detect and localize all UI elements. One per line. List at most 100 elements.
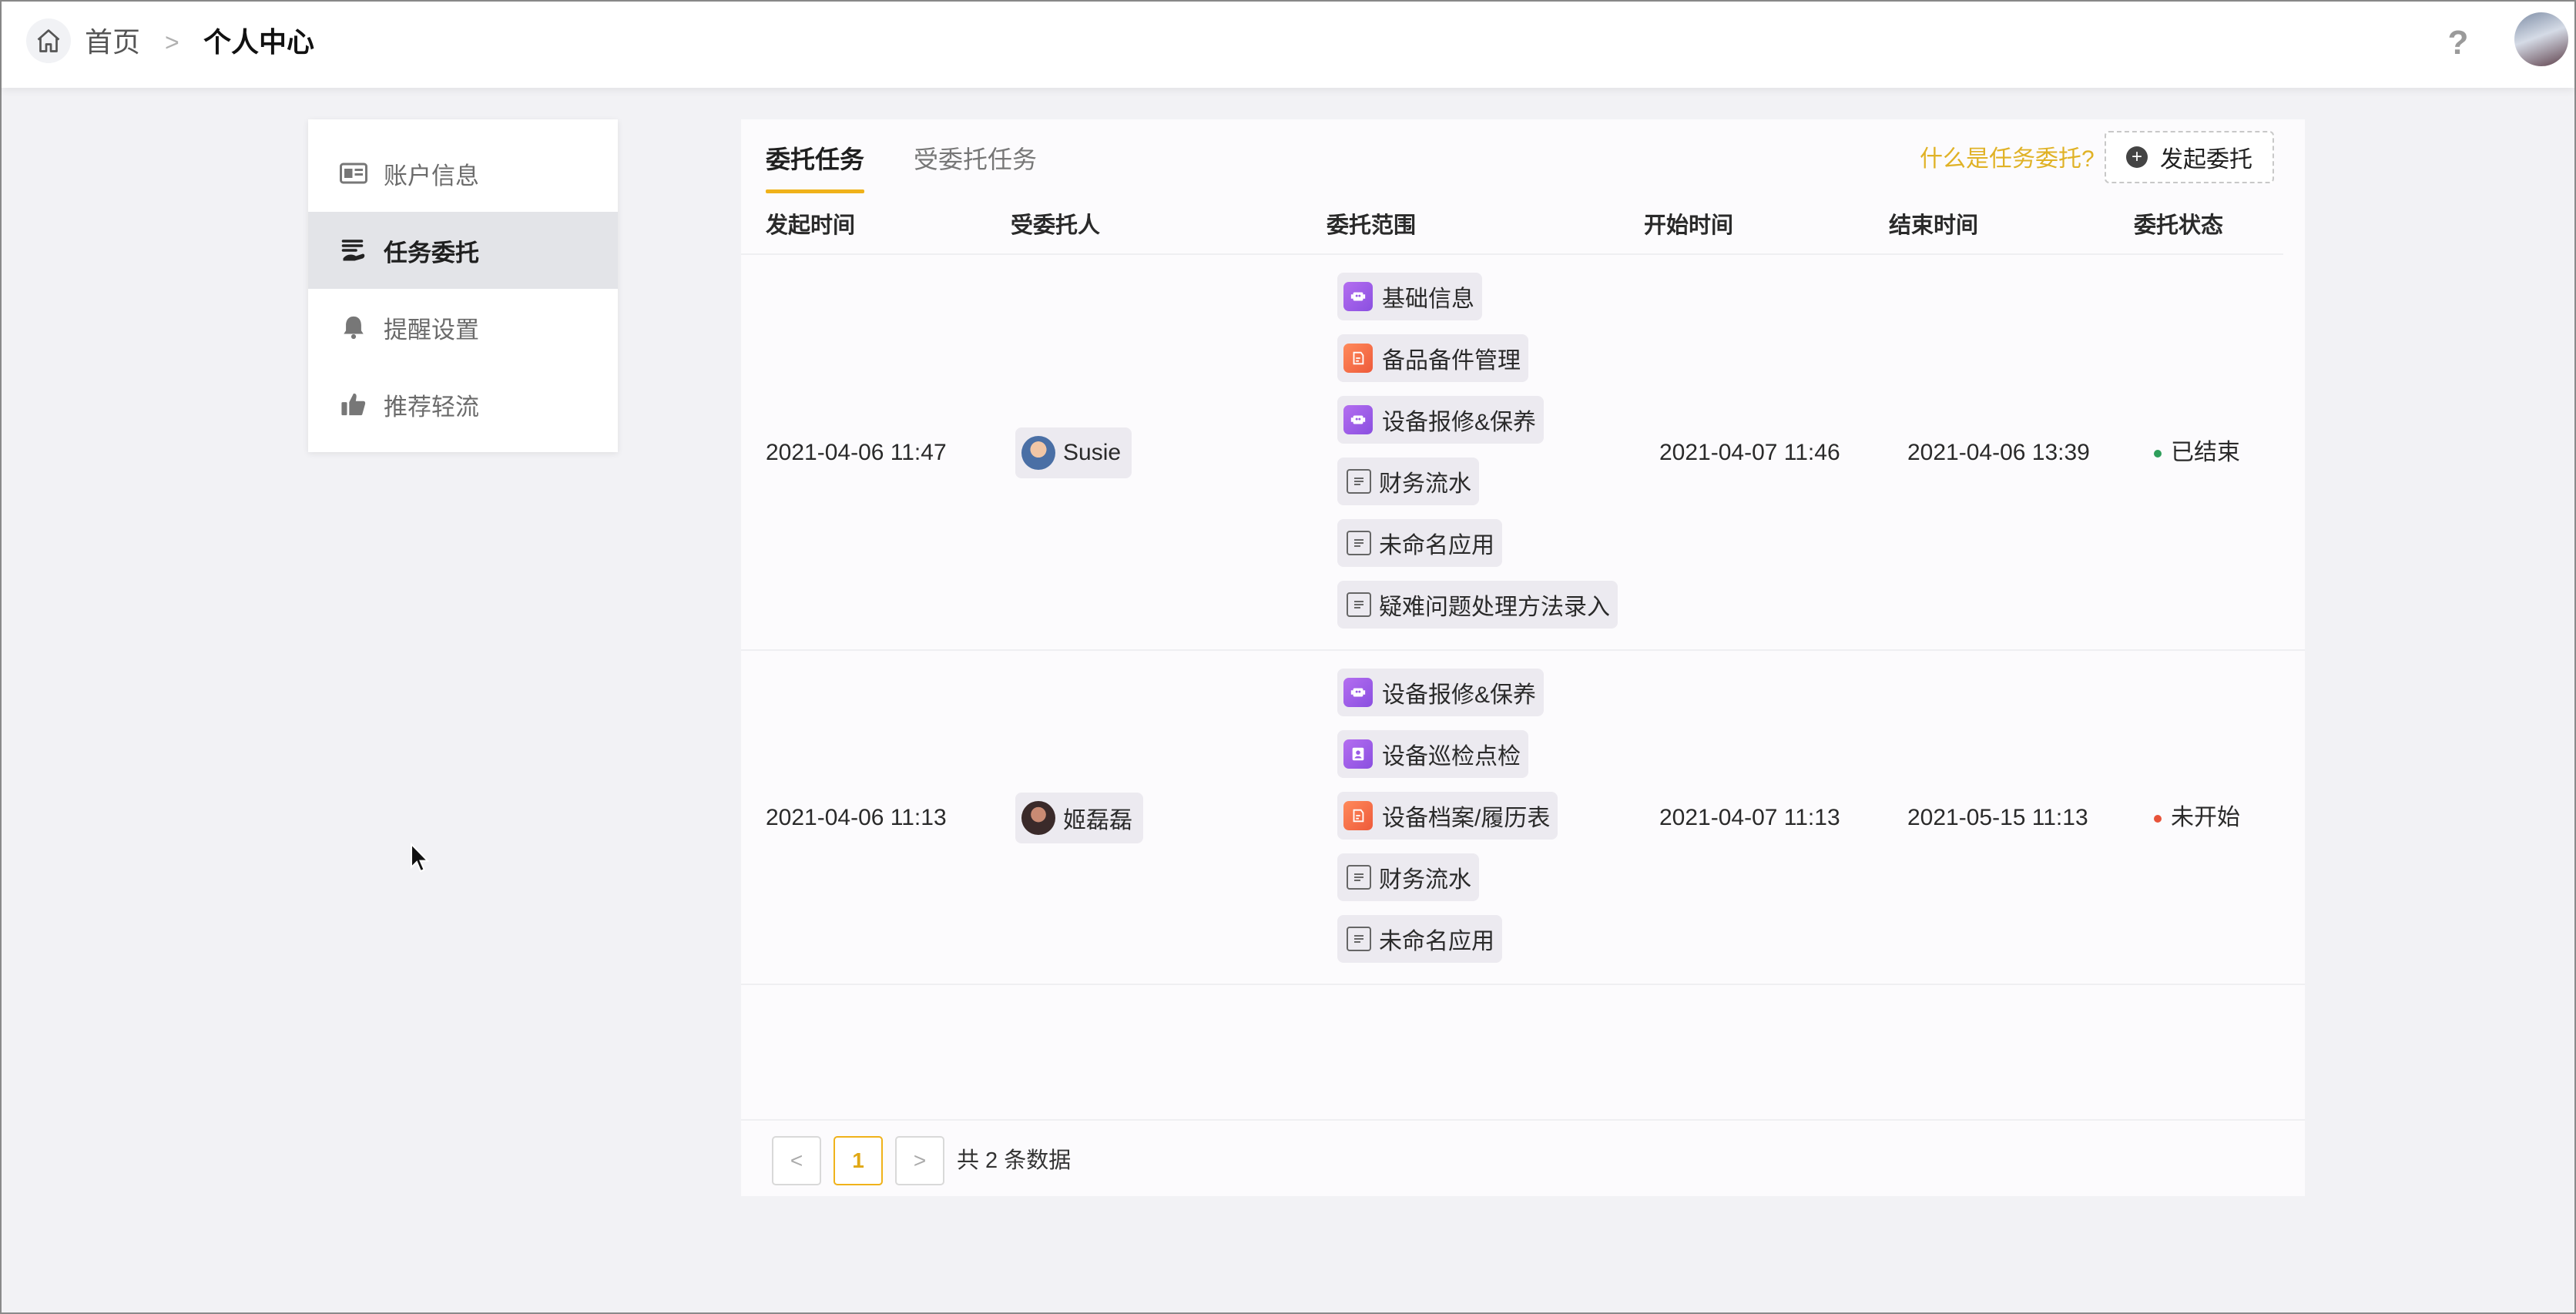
plus-circle-icon: + [2126,146,2148,168]
app-icon-orange [1343,344,1373,373]
scope-tag: 未命名应用 [1337,519,1502,567]
status-dot-icon [2154,450,2162,458]
status-label: 已结束 [2171,440,2240,465]
scope-label: 备品备件管理 [1382,348,1521,374]
app-icon-purple [1343,739,1373,769]
scope-tag: 备品备件管理 [1337,334,1528,382]
column-header-scope: 委托范围 [1327,213,1417,238]
column-header-status: 委托状态 [2134,213,2224,238]
tab-bar: 委托任务 受委托任务 什么是任务委托? + 发起委托 [741,119,2305,196]
what-is-delegation-link[interactable]: 什么是任务委托? [1920,142,2095,176]
table-row[interactable]: 2021-04-06 11:13 姬磊磊 设备报修&保养 设备巡检点检 设备档案… [741,651,2305,985]
created-time: 2021-04-06 11:47 [766,440,947,465]
scope-tag: 疑难问题处理方法录入 [1337,581,1618,629]
column-header-delegate: 受委托人 [1011,213,1101,238]
column-header-end: 结束时间 [1889,213,1979,238]
breadcrumb-home[interactable]: 首页 [85,25,140,60]
mouse-cursor-icon [411,843,430,873]
hand-delegate-icon [339,236,368,265]
app-icon-orange [1343,801,1373,830]
form-doc-icon [1347,531,1371,555]
scope-tag: 设备报修&保养 [1337,669,1545,716]
button-label: 发起委托 [2160,147,2252,173]
thumbs-up-icon [339,390,368,419]
total-count: 共 2 条数据 [957,1148,1072,1173]
table-header: 发起时间 受委托人 委托范围 开始时间 结束时间 委托状态 [741,196,2283,255]
status-badge: 已结束 [2154,437,2240,468]
scope-list: 基础信息 备品备件管理 设备报修&保养 财务流水 未命名应用 疑难问题处理方法录… [1337,273,1618,642]
help-icon[interactable]: ? [2440,23,2476,63]
scope-label: 财务流水 [1379,471,1471,497]
breadcrumb-current: 个人中心 [203,26,315,58]
scope-label: 设备报修&保养 [1382,410,1537,435]
scope-tag: 财务流水 [1337,853,1479,901]
scope-tag: 财务流水 [1337,458,1479,505]
home-button[interactable] [26,18,71,63]
scope-label: 财务流水 [1379,867,1471,893]
form-doc-icon [1347,592,1371,617]
tab-label: 受委托任务 [914,146,1038,173]
avatar [1021,436,1055,470]
start-time: 2021-04-07 11:46 [1659,440,1840,465]
status-dot-icon [2154,815,2162,823]
scope-label: 疑难问题处理方法录入 [1379,595,1610,620]
bell-icon [339,313,368,342]
top-bar: 首页 > 个人中心 ? [2,2,2574,88]
id-card-icon [339,159,368,188]
delegate-chip: Susie [1015,427,1132,478]
scope-label: 设备巡检点检 [1382,744,1521,769]
table-row[interactable]: 2021-04-06 11:47 Susie 基础信息 备品备件管理 设备报修&… [741,255,2305,651]
scope-list: 设备报修&保养 设备巡检点检 设备档案/履历表 财务流水 未命名应用 [1337,669,1558,977]
scope-tag: 设备档案/履历表 [1337,792,1558,840]
form-doc-icon [1347,927,1371,951]
start-delegation-button[interactable]: + 发起委托 [2105,131,2274,183]
breadcrumb-separator-icon: > [165,28,179,56]
scope-tag: 设备报修&保养 [1337,396,1545,444]
form-doc-icon [1347,469,1371,494]
sidebar-item-label: 账户信息 [384,162,479,189]
status-label: 未开始 [2171,805,2240,830]
app-icon-purple [1343,282,1373,311]
sidebar-item-label: 任务委托 [384,239,479,266]
sidebar-menu: 账户信息 任务委托 提醒设置 推荐轻流 [308,119,618,452]
page-button-current[interactable]: 1 [834,1136,883,1185]
app-icon-purple [1343,678,1373,707]
tab-received-tasks[interactable]: 受委托任务 [914,142,1037,176]
delegate-chip: 姬磊磊 [1015,793,1143,843]
start-time: 2021-04-07 11:13 [1659,805,1840,830]
created-time: 2021-04-06 11:13 [766,805,947,830]
scope-label: 设备档案/履历表 [1382,806,1551,831]
scope-label: 设备报修&保养 [1382,682,1537,708]
end-time: 2021-04-06 13:39 [1907,440,2090,465]
sidebar-item-account-info[interactable]: 账户信息 [308,135,618,212]
sidebar-item-task-delegation[interactable]: 任务委托 [308,212,618,289]
delegate-name: 姬磊磊 [1063,808,1132,833]
sidebar-item-reminder-settings[interactable]: 提醒设置 [308,289,618,366]
sidebar-item-recommend[interactable]: 推荐轻流 [308,366,618,443]
tab-label: 委托任务 [766,146,865,173]
tab-delegated-tasks[interactable]: 委托任务 [766,142,865,193]
app-icon-purple [1343,405,1373,434]
prev-page-button[interactable]: < [772,1136,821,1185]
home-icon [37,29,60,52]
sidebar-item-label: 提醒设置 [384,316,479,344]
scope-label: 未命名应用 [1379,929,1494,954]
delegation-panel: 委托任务 受委托任务 什么是任务委托? + 发起委托 发起时间 受委托人 委托范… [741,119,2305,1196]
scope-tag: 未命名应用 [1337,915,1502,963]
user-avatar[interactable] [2514,12,2568,66]
pagination: < 1 > 共 2 条数据 [741,1119,2305,1196]
scope-label: 基础信息 [1382,287,1474,312]
next-page-button[interactable]: > [895,1136,944,1185]
delegate-name: Susie [1063,440,1122,465]
active-tab-underline [766,189,865,193]
column-header-start: 开始时间 [1644,213,1734,238]
scope-label: 未命名应用 [1379,533,1494,558]
form-doc-icon [1347,865,1371,890]
scope-tag: 基础信息 [1337,273,1482,320]
scope-tag: 设备巡检点检 [1337,730,1528,778]
end-time: 2021-05-15 11:13 [1907,805,2088,830]
avatar [1021,801,1055,835]
column-header-created: 发起时间 [766,213,856,238]
sidebar-item-label: 推荐轻流 [384,393,479,421]
status-badge: 未开始 [2154,803,2240,833]
